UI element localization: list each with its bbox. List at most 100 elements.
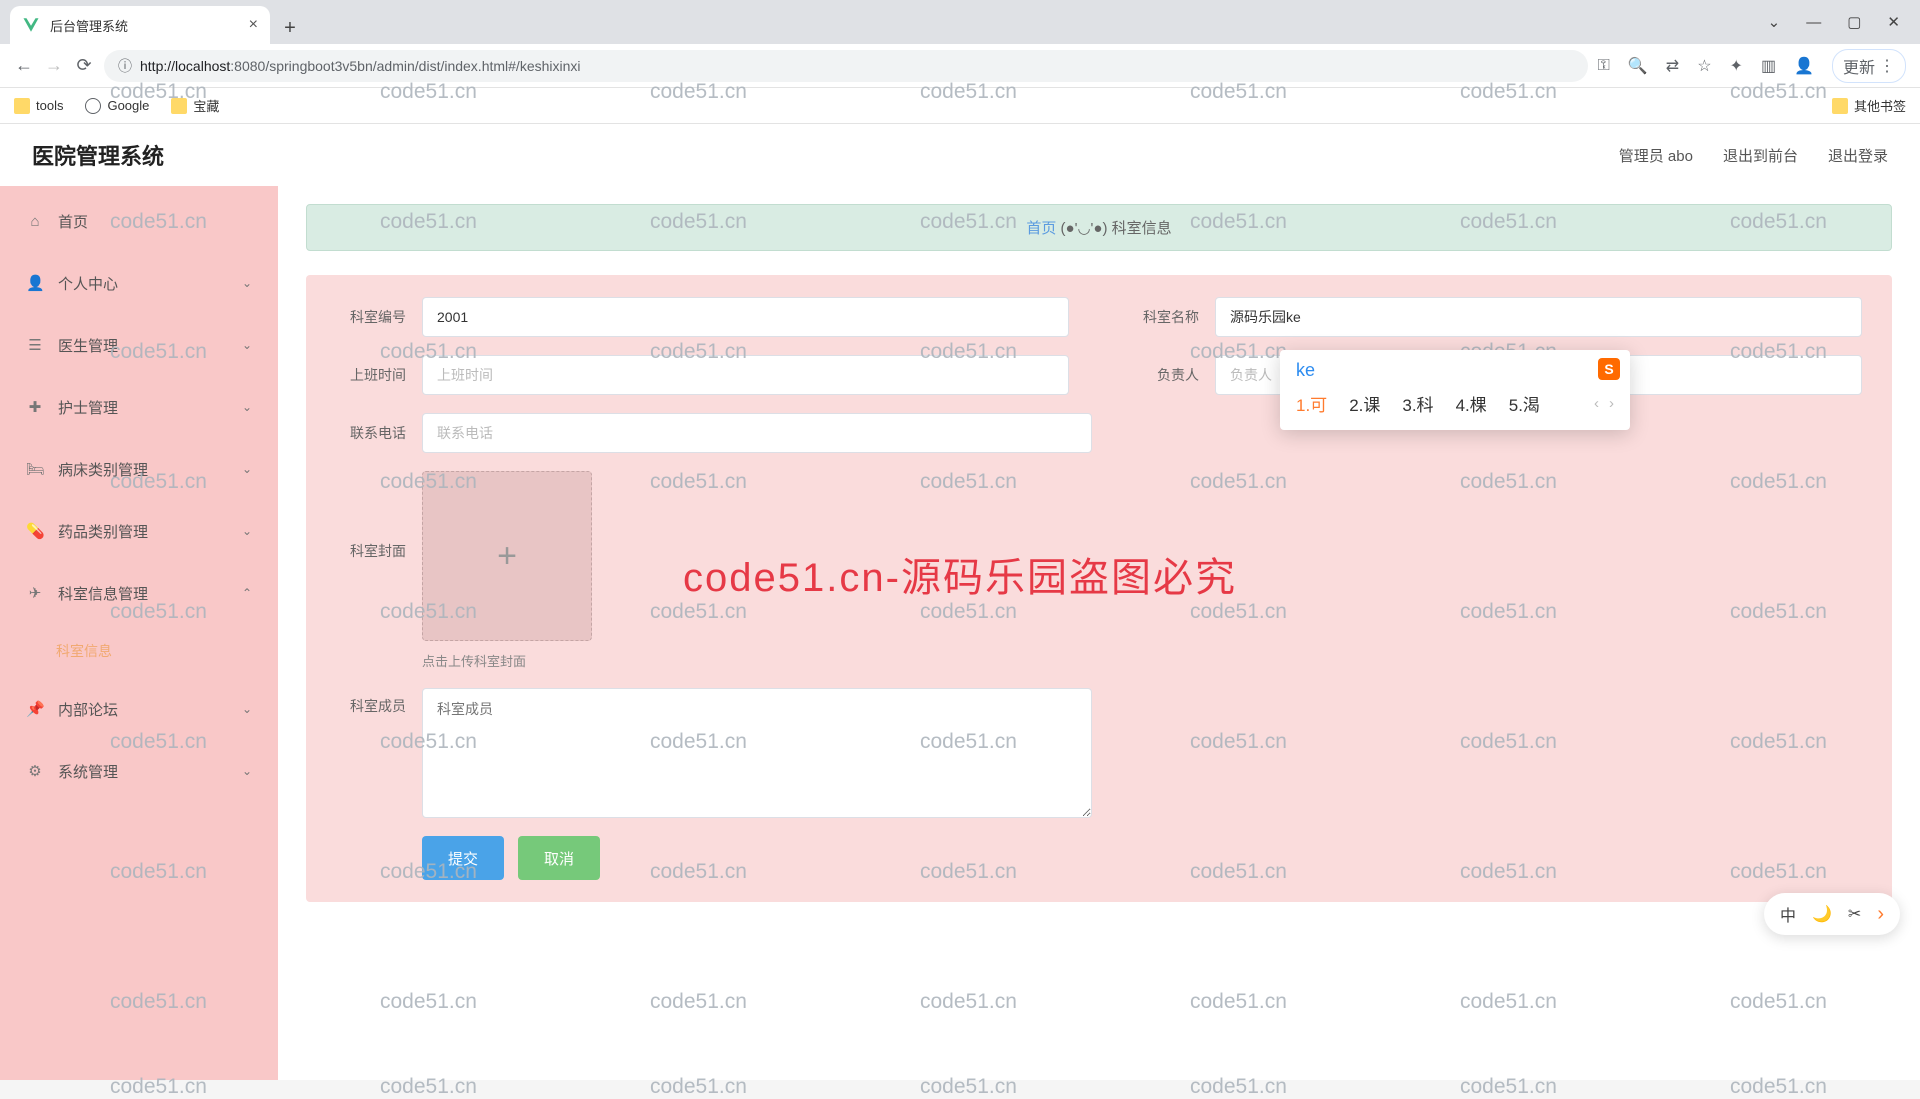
- sidebar-item-home[interactable]: ⌂首页: [0, 190, 278, 252]
- sidebar-item-nurse[interactable]: ✚护士管理⌄: [0, 376, 278, 438]
- breadcrumb-current: 科室信息: [1112, 220, 1172, 237]
- breadcrumb-home[interactable]: 首页: [1026, 220, 1056, 237]
- ime-popup: S ke 1.可 2.课 3.科 4.棵 5.渴 ‹ ›: [1280, 350, 1630, 430]
- browser-tab[interactable]: 后台管理系统 ×: [10, 6, 270, 44]
- sidebar: ⌂首页 👤个人中心⌄ ☰医生管理⌄ ✚护士管理⌄ 🛏病床类别管理⌄ 💊药品类别管…: [0, 186, 278, 1080]
- workspace: ⌂首页 👤个人中心⌄ ☰医生管理⌄ ✚护士管理⌄ 🛏病床类别管理⌄ 💊药品类别管…: [0, 186, 1920, 1080]
- key-icon[interactable]: ⚿: [1598, 57, 1610, 75]
- language-bar[interactable]: 中 🌙 ✂ ›: [1764, 893, 1900, 935]
- ime-prev-icon[interactable]: ‹: [1594, 395, 1599, 412]
- new-tab-button[interactable]: +: [274, 12, 306, 44]
- globe-icon: [85, 98, 101, 114]
- vue-favicon: [22, 16, 40, 34]
- breadcrumb-sep: (●'◡'●): [1061, 220, 1108, 237]
- phone-label: 联系电话: [336, 423, 406, 443]
- scissors-icon[interactable]: ✂: [1848, 904, 1861, 924]
- folder-icon: [1832, 98, 1848, 114]
- chevron-down-icon: ⌄: [242, 276, 252, 290]
- profile-icon[interactable]: 👤: [1794, 56, 1814, 76]
- sogou-icon: S: [1598, 358, 1620, 380]
- ime-cand-1[interactable]: 1.可: [1296, 391, 1327, 416]
- sidebar-item-dept-info[interactable]: 科室信息: [0, 624, 278, 678]
- dept-code-input[interactable]: [422, 297, 1069, 337]
- cover-upload[interactable]: +: [422, 471, 592, 641]
- chevron-down-icon: ⌄: [242, 338, 252, 352]
- members-textarea[interactable]: [422, 688, 1092, 818]
- bookmark-tools[interactable]: tools: [14, 98, 63, 114]
- plus-icon: ✚: [26, 398, 44, 416]
- exit-to-front-link[interactable]: 退出到前台: [1723, 145, 1798, 166]
- window-controls: ⌄ — ▢ ✕: [1768, 0, 1920, 44]
- ime-cand-3[interactable]: 3.科: [1402, 391, 1433, 416]
- reload-icon[interactable]: ⟳: [74, 55, 94, 76]
- sidebar-item-forum[interactable]: 📌内部论坛⌄: [0, 678, 278, 740]
- chevron-down-icon: ⌄: [242, 524, 252, 538]
- plane-icon: ✈: [26, 584, 44, 602]
- site-info-icon[interactable]: ⓘ: [118, 56, 132, 76]
- list-icon: ☰: [26, 336, 44, 354]
- pin-icon: 📌: [26, 700, 44, 718]
- bookmark-baozang[interactable]: 宝藏: [171, 96, 219, 115]
- update-button[interactable]: 更新⋮: [1832, 49, 1906, 83]
- bookmarks-bar: tools Google 宝藏 其他书签: [0, 88, 1920, 124]
- content-area: 首页 (●'◡'●) 科室信息 科室编号 科室名称 上班时间 负责人 联系电话 …: [278, 186, 1920, 1080]
- lang-indicator[interactable]: 中: [1780, 902, 1796, 926]
- work-time-input[interactable]: [422, 355, 1069, 395]
- user-icon: 👤: [26, 274, 44, 292]
- logout-link[interactable]: 退出登录: [1828, 145, 1888, 166]
- gear-icon: ⚙: [26, 762, 44, 780]
- chevron-down-icon: ⌄: [242, 702, 252, 716]
- extensions-icon[interactable]: ✦: [1730, 56, 1743, 76]
- submit-button[interactable]: 提交: [422, 836, 504, 880]
- other-bookmarks[interactable]: 其他书签: [1832, 96, 1906, 115]
- translate-icon[interactable]: ⇄: [1666, 56, 1679, 76]
- star-icon[interactable]: ☆: [1697, 56, 1711, 76]
- dept-code-label: 科室编号: [336, 307, 406, 327]
- cover-hint: 点击上传科室封面: [422, 651, 592, 670]
- ime-cand-4[interactable]: 4.棵: [1456, 391, 1487, 416]
- ime-cand-2[interactable]: 2.课: [1349, 391, 1380, 416]
- back-icon[interactable]: ←: [14, 55, 34, 76]
- moon-icon[interactable]: 🌙: [1812, 904, 1832, 924]
- folder-icon: [171, 98, 187, 114]
- close-window-icon[interactable]: ✕: [1887, 13, 1900, 31]
- sidebar-item-system[interactable]: ⚙系统管理⌄: [0, 740, 278, 802]
- url-field[interactable]: ⓘ http://localhost:8080/springboot3v5bn/…: [104, 50, 1588, 82]
- cover-label: 科室封面: [336, 471, 406, 561]
- user-label[interactable]: 管理员 abo: [1619, 145, 1693, 166]
- sidebar-item-bed[interactable]: 🛏病床类别管理⌄: [0, 438, 278, 500]
- pill-icon: 💊: [26, 522, 44, 540]
- minimize-icon[interactable]: —: [1806, 14, 1821, 31]
- sidebar-item-dept-info-mgmt[interactable]: ✈科室信息管理⌃: [0, 562, 278, 624]
- chevron-down-icon[interactable]: ⌄: [1768, 13, 1781, 31]
- expand-icon[interactable]: ›: [1877, 903, 1884, 926]
- ime-cand-5[interactable]: 5.渴: [1509, 391, 1540, 416]
- members-label: 科室成员: [336, 688, 406, 716]
- home-icon: ⌂: [26, 213, 44, 230]
- chevron-down-icon: ⌄: [242, 462, 252, 476]
- app-title: 医院管理系统: [32, 139, 164, 171]
- dept-name-input[interactable]: [1215, 297, 1862, 337]
- sidepanel-icon[interactable]: ▥: [1761, 56, 1776, 76]
- ime-candidates: 1.可 2.课 3.科 4.棵 5.渴 ‹ ›: [1296, 391, 1614, 416]
- form-card: 科室编号 科室名称 上班时间 负责人 联系电话 科室封面 + 点击上传科室封面 …: [306, 275, 1892, 902]
- folder-icon: [14, 98, 30, 114]
- search-icon[interactable]: 🔍: [1628, 56, 1648, 76]
- cancel-button[interactable]: 取消: [518, 836, 600, 880]
- sidebar-item-profile[interactable]: 👤个人中心⌄: [0, 252, 278, 314]
- forward-icon[interactable]: →: [44, 55, 64, 76]
- maximize-icon[interactable]: ▢: [1847, 13, 1861, 31]
- sidebar-item-doctor[interactable]: ☰医生管理⌄: [0, 314, 278, 376]
- chevron-down-icon: ⌄: [242, 400, 252, 414]
- sidebar-item-drug[interactable]: 💊药品类别管理⌄: [0, 500, 278, 562]
- close-tab-icon[interactable]: ×: [249, 16, 258, 34]
- owner-label: 负责人: [1129, 365, 1199, 385]
- app-header: 医院管理系统 管理员 abo 退出到前台 退出登录: [0, 124, 1920, 186]
- ime-input-text: ke: [1296, 360, 1614, 381]
- address-bar: ← → ⟳ ⓘ http://localhost:8080/springboot…: [0, 44, 1920, 88]
- bookmark-google[interactable]: Google: [85, 98, 149, 114]
- ime-next-icon[interactable]: ›: [1609, 395, 1614, 412]
- url-text: http://localhost:8080/springboot3v5bn/ad…: [140, 58, 581, 74]
- chevron-up-icon: ⌃: [242, 586, 252, 600]
- phone-input[interactable]: [422, 413, 1092, 453]
